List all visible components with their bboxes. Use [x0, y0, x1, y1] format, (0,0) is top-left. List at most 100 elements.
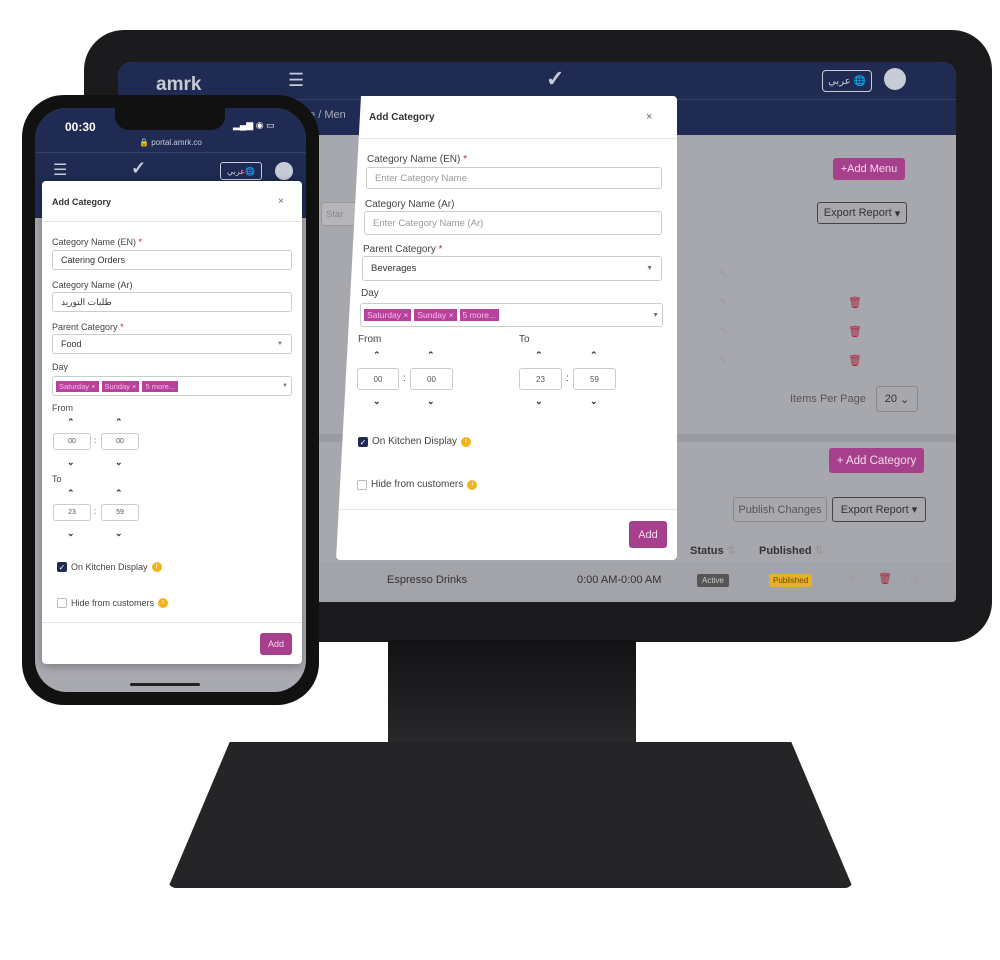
- kitchen-display-checkbox[interactable]: ✓: [57, 562, 67, 572]
- add-button[interactable]: Add: [260, 633, 292, 655]
- from-hour-input[interactable]: 00: [357, 368, 399, 390]
- trash-icon[interactable]: 🗑: [848, 296, 862, 309]
- publish-changes-button[interactable]: Publish Changes: [733, 497, 827, 522]
- trash-icon[interactable]: 🗑: [848, 325, 862, 338]
- day-tag[interactable]: Saturday ×: [364, 309, 412, 321]
- column-header-status[interactable]: Status ⇅: [690, 544, 736, 557]
- remove-icon[interactable]: ×: [132, 382, 136, 391]
- kitchen-display-checkbox[interactable]: ✓: [358, 436, 368, 447]
- time-separator: :: [94, 436, 97, 445]
- close-icon[interactable]: ×: [278, 196, 284, 207]
- disable-icon[interactable]: ⊘: [910, 572, 919, 585]
- name-en-label-text: Category Name (EN): [52, 237, 137, 247]
- add-menu-button[interactable]: +Add Menu: [833, 158, 905, 180]
- category-name-en-input[interactable]: Catering Orders: [52, 250, 292, 270]
- export-report-button[interactable]: Export Report ▾: [832, 497, 926, 522]
- avatar[interactable]: [275, 162, 293, 180]
- remove-icon[interactable]: ×: [403, 310, 408, 320]
- edit-icon[interactable]: ✎: [719, 325, 728, 338]
- edit-icon[interactable]: ✎: [719, 354, 728, 367]
- menu-icon[interactable]: ☰: [53, 160, 67, 180]
- more-days-tag[interactable]: 5 more...: [142, 380, 179, 392]
- remove-icon[interactable]: ×: [449, 310, 454, 320]
- column-header-published[interactable]: Published ⇅: [759, 544, 824, 557]
- hide-customers-checkbox[interactable]: [357, 479, 367, 490]
- required-mark: *: [120, 322, 124, 332]
- chevron-down-icon[interactable]: ⌄: [427, 396, 435, 407]
- items-per-page-select[interactable]: 20 ⌄: [876, 386, 918, 412]
- edit-icon[interactable]: ✎: [719, 296, 728, 309]
- kitchen-display-row: ✓ On Kitchen Display i: [57, 562, 162, 572]
- to-hour-input[interactable]: 23: [53, 504, 91, 521]
- parent-category-select[interactable]: Beverages ▼: [362, 256, 662, 281]
- kitchen-display-label: On Kitchen Display: [372, 436, 458, 447]
- remove-icon[interactable]: ×: [91, 382, 95, 391]
- from-hour-input[interactable]: 00: [53, 433, 91, 450]
- modal-title: Add Category: [369, 112, 435, 123]
- hide-customers-checkbox[interactable]: [57, 598, 67, 608]
- info-icon[interactable]: i: [467, 479, 478, 490]
- url-text: portal.amrk.co: [151, 138, 202, 147]
- edit-icon[interactable]: ✎: [719, 268, 728, 281]
- chevron-down-icon[interactable]: ⌄: [67, 457, 75, 468]
- info-icon[interactable]: i: [158, 598, 169, 608]
- status-header-label: Status: [690, 545, 724, 557]
- name-en-label-text: Category Name (EN): [367, 154, 461, 165]
- kitchen-display-row: ✓ On Kitchen Display i: [358, 436, 472, 447]
- sort-icon: ⇅: [814, 545, 824, 557]
- export-report-button[interactable]: Export Report ▾: [817, 202, 907, 224]
- parent-category-select[interactable]: Food ▼: [52, 334, 292, 354]
- to-hour-input[interactable]: 23: [519, 368, 562, 390]
- day-multiselect[interactable]: Saturday × Sunday × 5 more... ▼: [360, 303, 663, 327]
- from-label: From: [358, 334, 382, 345]
- info-icon[interactable]: i: [461, 436, 472, 447]
- to-minute-input[interactable]: 59: [101, 504, 139, 521]
- to-minute-input[interactable]: 59: [573, 368, 616, 390]
- chevron-up-icon[interactable]: ⌃: [115, 417, 123, 428]
- category-name-ar-input[interactable]: طلبات التوريد: [52, 292, 292, 312]
- hide-customers-row: Hide from customers i: [357, 479, 478, 490]
- chevron-up-icon[interactable]: ⌃: [535, 350, 543, 361]
- from-minute-input[interactable]: 00: [101, 433, 139, 450]
- avatar[interactable]: [884, 68, 906, 90]
- status-icons: ▂▄▆ ◉ ▭: [233, 120, 275, 130]
- chevron-down-icon[interactable]: ⌄: [373, 396, 381, 407]
- chevron-up-icon[interactable]: ⌃: [115, 488, 123, 499]
- trash-icon[interactable]: 🗑: [878, 572, 892, 585]
- row-name: Espresso Drinks: [387, 574, 468, 586]
- day-tag-label: Sunday: [104, 381, 130, 391]
- category-name-ar-input[interactable]: Enter Category Name (Ar): [364, 211, 662, 235]
- from-minute-input[interactable]: 00: [410, 368, 453, 390]
- chevron-up-icon[interactable]: ⌃: [67, 488, 75, 499]
- chevron-up-icon[interactable]: ⌃: [67, 417, 75, 428]
- chevron-down-icon[interactable]: ⌄: [115, 457, 123, 468]
- chevron-down-icon[interactable]: ⌄: [590, 396, 598, 407]
- chevron-down-icon[interactable]: ⌄: [535, 396, 543, 407]
- info-icon[interactable]: i: [151, 562, 162, 572]
- chevron-up-icon[interactable]: ⌃: [590, 350, 598, 361]
- trash-icon[interactable]: 🗑: [848, 354, 862, 367]
- hide-customers-label: Hide from customers: [71, 598, 155, 608]
- add-category-button[interactable]: + Add Category: [829, 448, 924, 473]
- chevron-up-icon[interactable]: ⌃: [373, 350, 381, 361]
- day-tag[interactable]: Sunday ×: [414, 309, 457, 321]
- day-tag[interactable]: Sunday ×: [101, 380, 140, 392]
- language-button[interactable]: عربي 🌐: [822, 70, 872, 92]
- category-name-en-input[interactable]: Enter Category Name: [366, 167, 662, 189]
- chevron-down-icon[interactable]: ⌄: [67, 528, 75, 539]
- chevron-down-icon[interactable]: ⌄: [115, 528, 123, 539]
- day-multiselect[interactable]: Saturday × Sunday × 5 more... ▼: [52, 376, 292, 396]
- day-tag[interactable]: Saturday ×: [56, 380, 99, 392]
- url-bar[interactable]: 🔒 portal.amrk.co: [139, 138, 202, 147]
- name-en-placeholder: Enter Category Name: [375, 172, 467, 184]
- add-button[interactable]: Add: [629, 521, 667, 548]
- menu-icon[interactable]: ☰: [288, 70, 304, 91]
- language-button[interactable]: عربي 🌐: [220, 162, 262, 180]
- more-days-tag[interactable]: 5 more...: [459, 309, 500, 321]
- close-icon[interactable]: ×: [646, 111, 652, 123]
- chevron-up-icon[interactable]: ⌃: [427, 350, 435, 361]
- edit-icon[interactable]: ✎: [847, 572, 856, 585]
- required-mark: *: [138, 237, 143, 247]
- name-en-label: Category Name (EN) *: [367, 154, 467, 165]
- kitchen-display-label: On Kitchen Display: [71, 562, 148, 572]
